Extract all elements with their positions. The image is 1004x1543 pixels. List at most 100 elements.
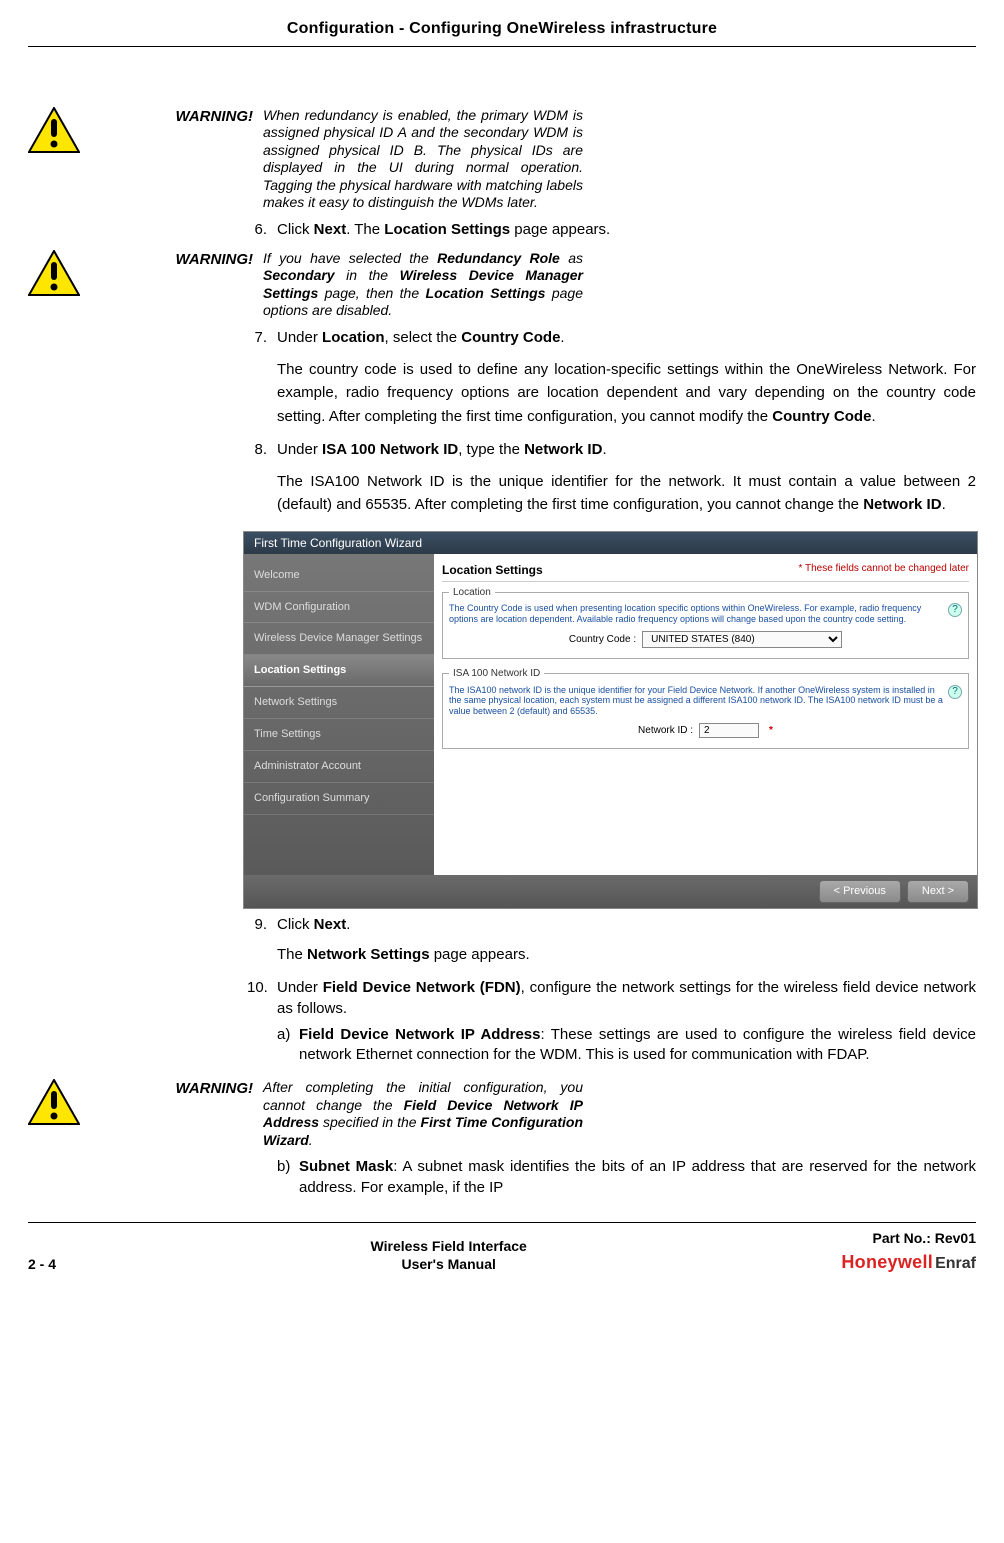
- text: page, then the: [318, 285, 425, 301]
- step-body: Under Location, select the Country Code.: [277, 328, 976, 348]
- text: Click: [277, 221, 314, 238]
- bold: Network Settings: [307, 946, 430, 963]
- text: page appears.: [430, 946, 530, 963]
- help-icon[interactable]: ?: [948, 603, 962, 617]
- text: .: [942, 496, 946, 513]
- step-body: Under ISA 100 Network ID, type the Netwo…: [277, 440, 976, 460]
- bold: Location Settings: [426, 285, 546, 301]
- warning-text-1: When redundancy is enabled, the primary …: [263, 107, 583, 212]
- step-body: Click Next.: [277, 915, 976, 935]
- step-number: 8.: [247, 440, 277, 460]
- network-id-input[interactable]: [699, 723, 759, 738]
- wizard-sidebar: Welcome WDM Configuration Wireless Devic…: [244, 554, 434, 875]
- sidebar-item-welcome[interactable]: Welcome: [244, 560, 434, 592]
- page-number: 2 - 4: [28, 1255, 56, 1274]
- substep-label: b): [277, 1157, 299, 1198]
- bold: Next: [314, 221, 347, 238]
- required-marker: *: [769, 724, 773, 738]
- brand-honeywell: Honeywell: [841, 1252, 933, 1272]
- wizard-button-bar: < Previous Next >: [244, 875, 977, 908]
- warning-label: WARNING!: [163, 250, 253, 270]
- text: .: [602, 441, 606, 458]
- country-code-select[interactable]: UNITED STATES (840): [642, 631, 842, 648]
- sidebar-item-location-settings[interactable]: Location Settings: [244, 655, 434, 687]
- warning-icon: [28, 107, 80, 153]
- text: If you have selected the: [263, 250, 437, 266]
- brand-enraf: Enraf: [935, 1255, 976, 1272]
- location-help-text: The Country Code is used when presenting…: [449, 603, 962, 625]
- warning-icon: [28, 1079, 80, 1125]
- isa-help-text: The ISA100 network ID is the unique iden…: [449, 685, 962, 717]
- brand-logo: HoneywellEnraf: [841, 1250, 976, 1275]
- step-body: Under Field Device Network (FDN), config…: [277, 978, 976, 1019]
- window-title: First Time Configuration Wizard: [244, 532, 977, 554]
- page-header: Configuration - Configuring OneWireless …: [28, 18, 976, 47]
- text: . The: [346, 221, 384, 238]
- step-10: 10. Under Field Device Network (FDN), co…: [247, 978, 976, 1019]
- bold: Location Settings: [384, 221, 510, 238]
- sidebar-item-time-settings[interactable]: Time Settings: [244, 719, 434, 751]
- text: page appears.: [510, 221, 610, 238]
- text: The Country Code is used when presenting…: [449, 603, 921, 624]
- step-7: 7. Under Location, select the Country Co…: [247, 328, 976, 348]
- network-id-label: Network ID :: [638, 724, 693, 738]
- bold: Field Device Network (FDN): [323, 979, 521, 996]
- text: The ISA100 network ID is the unique iden…: [449, 685, 943, 717]
- footer-right: Part No.: Rev01 HoneywellEnraf: [841, 1229, 976, 1274]
- substep-label: a): [277, 1025, 299, 1066]
- substep-body: Field Device Network IP Address: These s…: [299, 1025, 976, 1066]
- bold: Country Code: [772, 408, 871, 425]
- text: Under: [277, 441, 322, 458]
- text: , select the: [385, 329, 462, 346]
- step-8: 8. Under ISA 100 Network ID, type the Ne…: [247, 440, 976, 460]
- step-6: 6. Click Next. The Location Settings pag…: [247, 220, 976, 240]
- sidebar-item-wdm-config[interactable]: WDM Configuration: [244, 592, 434, 624]
- screenshot-wizard: First Time Configuration Wizard Welcome …: [243, 531, 978, 909]
- step-number: 9.: [247, 915, 277, 935]
- text: .: [871, 408, 875, 425]
- bold: Next: [314, 916, 347, 933]
- text: .: [560, 329, 564, 346]
- warning-label: WARNING!: [163, 107, 253, 127]
- warning-block-1: WARNING! When redundancy is enabled, the…: [243, 107, 976, 212]
- text: The: [277, 946, 307, 963]
- previous-button[interactable]: < Previous: [819, 880, 901, 903]
- bold: Subnet Mask: [299, 1158, 393, 1175]
- step-7-para: The country code is used to define any l…: [277, 358, 976, 428]
- text: Under: [277, 329, 322, 346]
- warning-text-2: If you have selected the Redundancy Role…: [263, 250, 583, 320]
- text: , type the: [458, 441, 524, 458]
- warning-icon: [28, 250, 80, 296]
- text: .: [309, 1132, 313, 1148]
- isa-legend: ISA 100 Network ID: [449, 667, 544, 681]
- sidebar-item-admin-account[interactable]: Administrator Account: [244, 751, 434, 783]
- step-number: 6.: [247, 220, 277, 240]
- warning-label: WARNING!: [163, 1079, 253, 1099]
- part-number: Part No.: Rev01: [841, 1229, 976, 1248]
- step-number: 10.: [247, 978, 277, 1019]
- sidebar-item-wdm-settings[interactable]: Wireless Device Manager Settings: [244, 623, 434, 655]
- step-8-para: The ISA100 Network ID is the unique iden…: [277, 470, 976, 517]
- warning-block-2: WARNING! If you have selected the Redund…: [243, 250, 976, 320]
- sidebar-item-config-summary[interactable]: Configuration Summary: [244, 783, 434, 815]
- sidebar-item-network-settings[interactable]: Network Settings: [244, 687, 434, 719]
- substep-a: a) Field Device Network IP Address: Thes…: [277, 1025, 976, 1066]
- step-number: 7.: [247, 328, 277, 348]
- step-9: 9. Click Next.: [247, 915, 976, 935]
- text: specified in the: [319, 1114, 421, 1130]
- doc-title-line2: User's Manual: [56, 1255, 841, 1274]
- text: Click: [277, 916, 314, 933]
- step-body: Click Next. The Location Settings page a…: [277, 220, 976, 240]
- substep-body: Subnet Mask: A subnet mask identifies th…: [299, 1157, 976, 1198]
- help-icon[interactable]: ?: [948, 685, 962, 699]
- bold: Field Device Network IP Address: [299, 1026, 540, 1043]
- location-fieldset: Location The Country Code is used when p…: [442, 586, 969, 659]
- next-button[interactable]: Next >: [907, 880, 969, 903]
- bold: Network ID: [524, 441, 602, 458]
- wizard-main-panel: Location Settings * These fields cannot …: [434, 554, 977, 875]
- text: : A subnet mask identifies the bits of a…: [299, 1158, 976, 1195]
- text: in the: [335, 267, 400, 283]
- warning-text-3: After completing the initial configurati…: [263, 1079, 583, 1149]
- required-note: * These fields cannot be changed later: [799, 562, 970, 578]
- text: as: [560, 250, 583, 266]
